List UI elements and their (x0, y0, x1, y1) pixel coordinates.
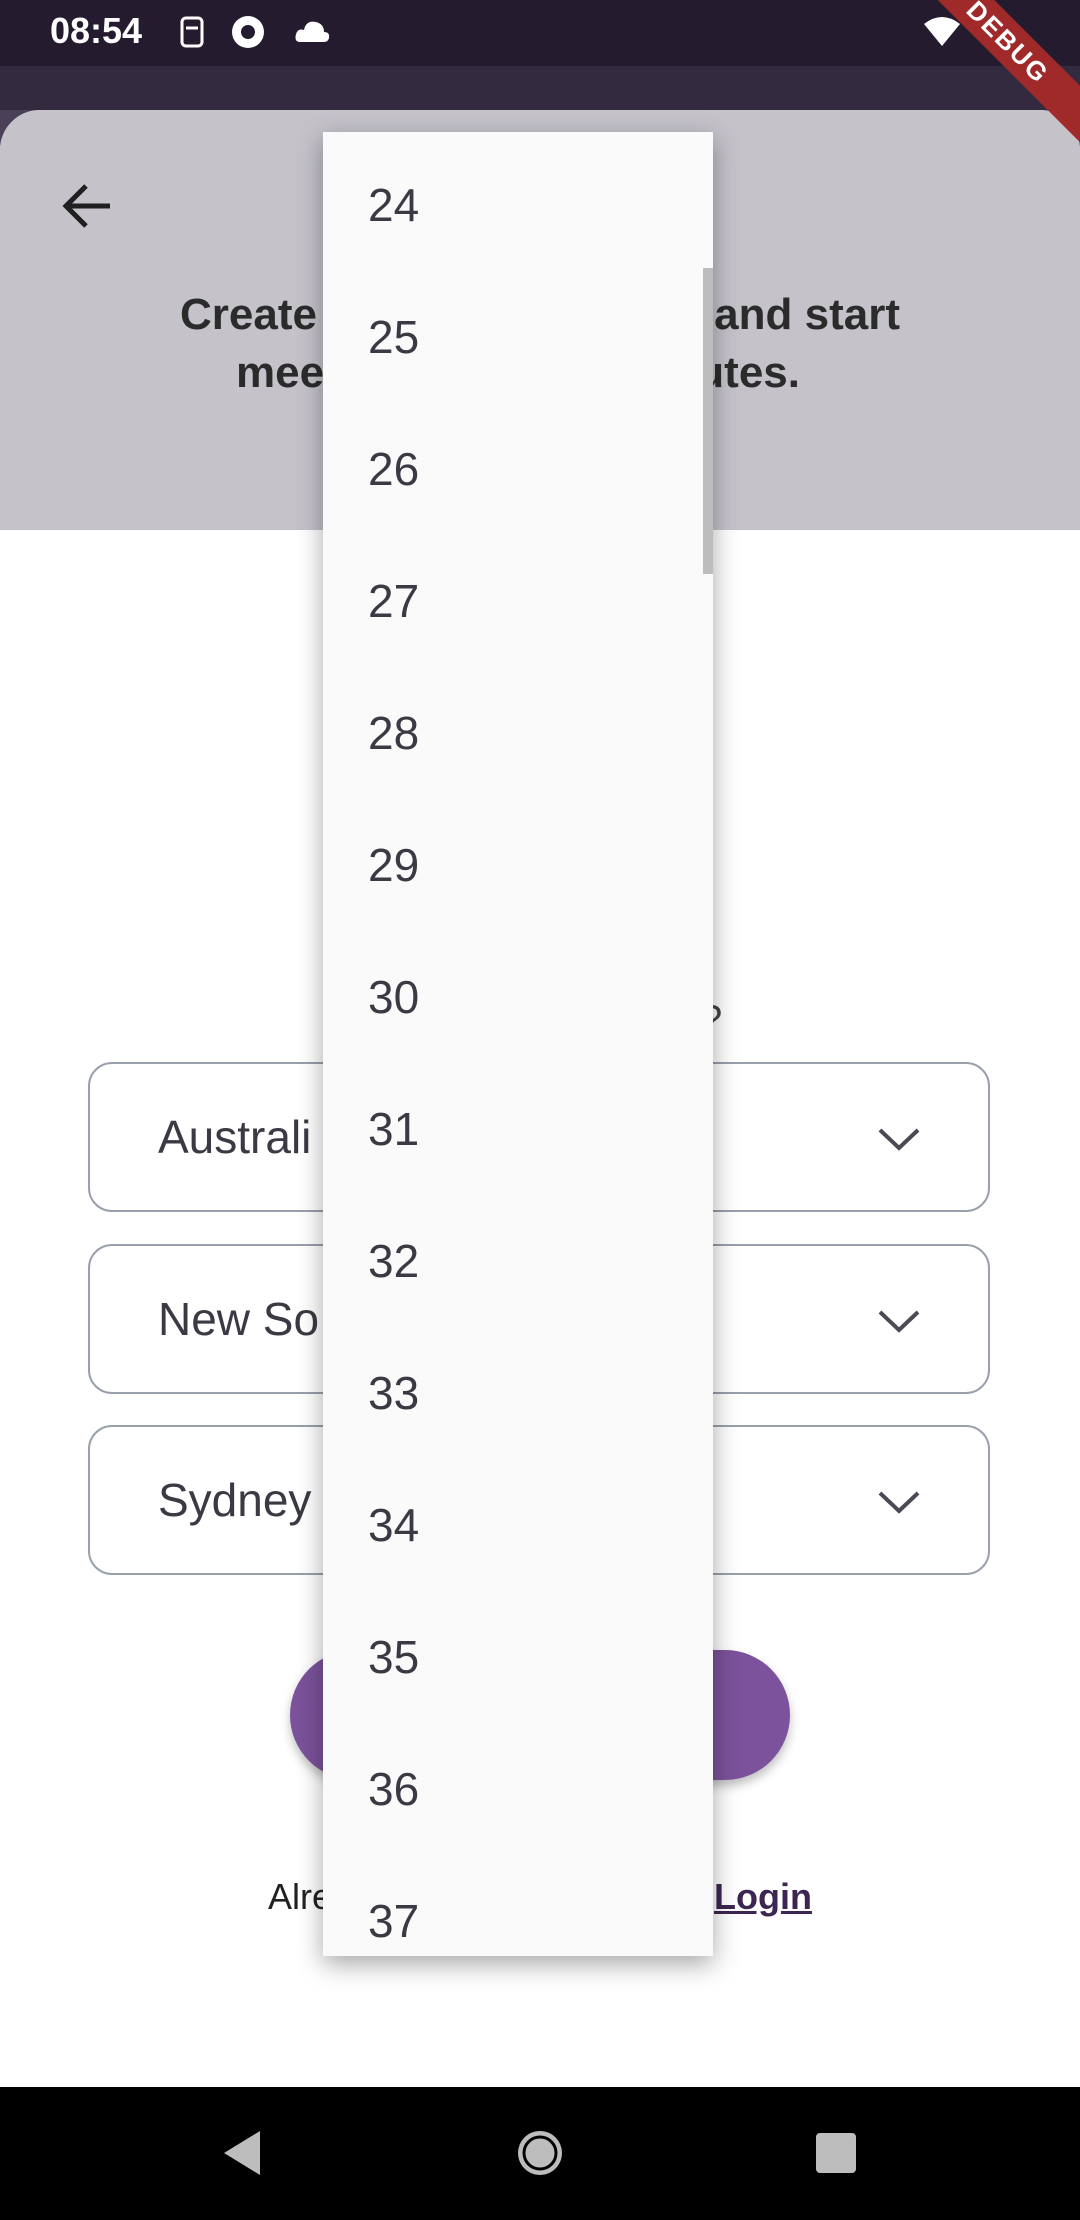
header-line2-left: mee (236, 348, 325, 397)
dropdown-scrollbar[interactable] (703, 268, 713, 574)
dropdown-item-30[interactable]: 30 (368, 970, 419, 1024)
sync-icon (228, 12, 268, 52)
nav-bar (0, 2087, 1080, 2220)
nav-back-icon (224, 2131, 260, 2175)
cloud-icon (292, 12, 332, 52)
appbar-strip (0, 66, 1080, 110)
nav-home-icon (518, 2131, 562, 2175)
arrow-left-icon (62, 184, 110, 228)
dropdown-item-25[interactable]: 25 (368, 310, 419, 364)
sim-icon (172, 12, 212, 52)
status-bar: 08:54 (0, 0, 1080, 66)
dropdown-item-33[interactable]: 33 (368, 1366, 419, 1420)
header-line1-left: Create (180, 290, 317, 339)
status-time: 08:54 (50, 10, 143, 51)
nav-recents-icon (816, 2133, 856, 2173)
nav-home-button[interactable] (510, 2123, 570, 2183)
login-link[interactable]: Login (714, 1876, 812, 1918)
dropdown-item-24[interactable]: 24 (368, 178, 419, 232)
dropdown-item-34[interactable]: 34 (368, 1498, 419, 1552)
nav-recents-button[interactable] (806, 2123, 866, 2183)
dropdown-item-27[interactable]: 27 (368, 574, 419, 628)
back-button[interactable] (56, 174, 120, 238)
dropdown-item-28[interactable]: 28 (368, 706, 419, 760)
state-value: New So (158, 1293, 320, 1345)
city-value: Sydney (158, 1474, 312, 1526)
dropdown-item-29[interactable]: 29 (368, 838, 419, 892)
dropdown-item-31[interactable]: 31 (368, 1102, 419, 1156)
chevron-down-icon (878, 1491, 920, 1514)
dropdown-item-37[interactable]: 37 (368, 1894, 419, 1948)
chevron-down-icon (878, 1310, 920, 1333)
dropdown-item-36[interactable]: 36 (368, 1762, 419, 1816)
nav-back-button[interactable] (214, 2123, 274, 2183)
country-value: Australi (158, 1111, 312, 1163)
header-line1-right: and start (714, 290, 900, 339)
age-dropdown-menu[interactable]: 24 25 26 27 28 29 30 31 32 33 34 35 36 3… (323, 132, 713, 1956)
dropdown-item-35[interactable]: 35 (368, 1630, 419, 1684)
chevron-down-icon (878, 1128, 920, 1151)
dropdown-item-26[interactable]: 26 (368, 442, 419, 496)
dropdown-item-32[interactable]: 32 (368, 1234, 419, 1288)
